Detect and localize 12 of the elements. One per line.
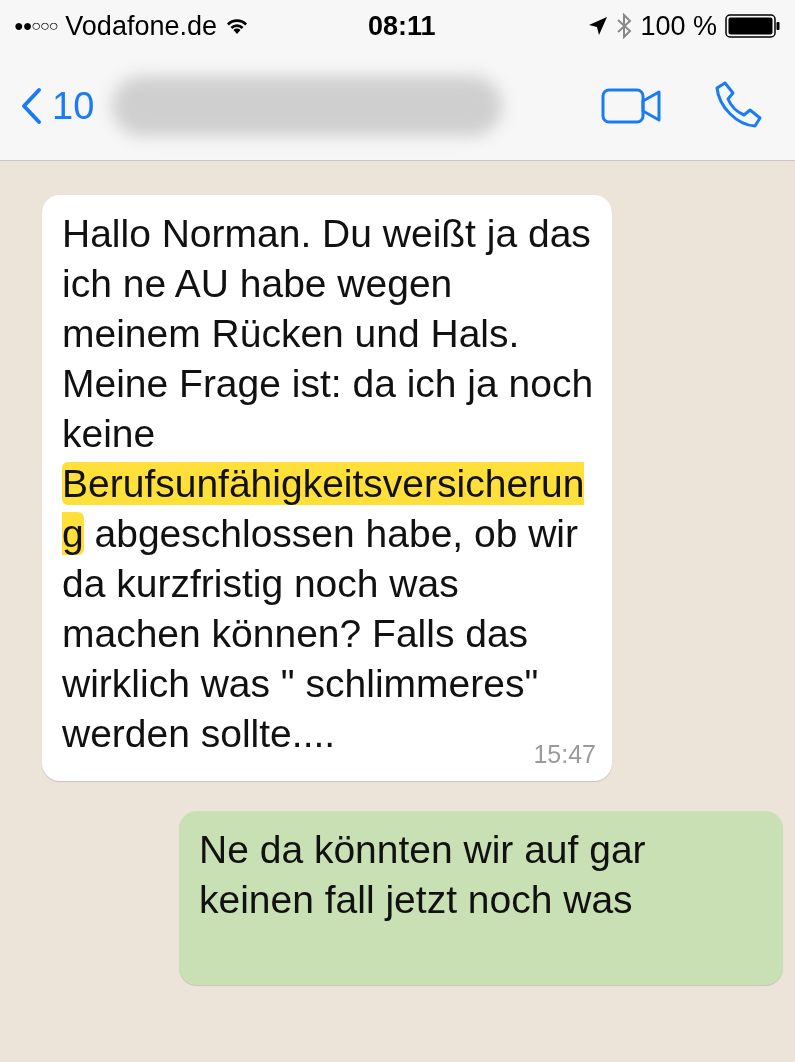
chevron-left-icon bbox=[20, 87, 42, 125]
bluetooth-icon bbox=[616, 13, 633, 39]
video-call-icon[interactable] bbox=[601, 86, 663, 126]
battery-percentage: 100 % bbox=[640, 10, 717, 42]
location-arrow-icon bbox=[588, 16, 609, 36]
wifi-icon bbox=[225, 17, 249, 35]
battery-icon bbox=[725, 14, 781, 38]
signal-strength: ●●○○○ bbox=[14, 17, 58, 35]
carrier-name: Vodafone.de bbox=[65, 10, 217, 42]
back-button[interactable]: 10 bbox=[20, 84, 95, 128]
clock-time: 08:11 bbox=[368, 10, 436, 42]
message-text: Ne da könnten wir auf gar keinen fall jetzt noch was bbox=[199, 827, 647, 923]
